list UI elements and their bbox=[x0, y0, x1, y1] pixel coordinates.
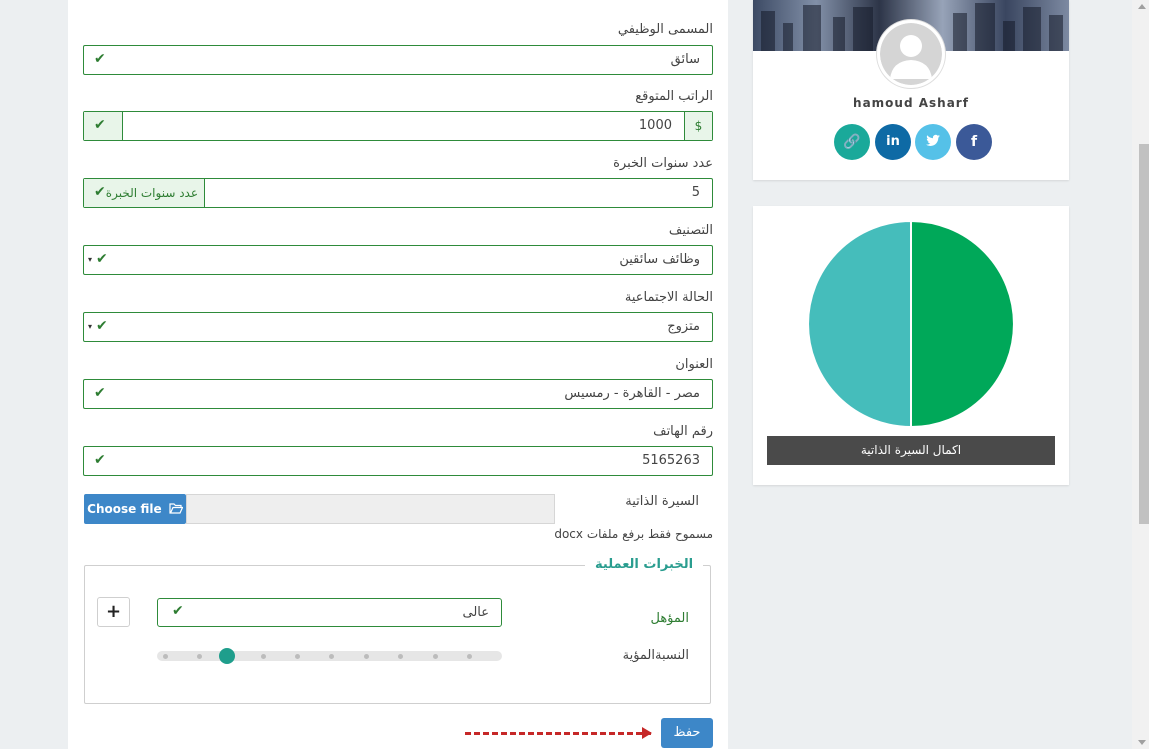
marital-status-select[interactable]: متزوج ▾ ✔ bbox=[83, 312, 713, 342]
slider-tick bbox=[261, 654, 266, 659]
phone-value: 5165263 bbox=[642, 453, 700, 468]
category-label: التصنيف bbox=[668, 223, 713, 238]
marital-status-label: الحالة الاجتماعية bbox=[624, 290, 713, 305]
valid-check-icon: ✔ bbox=[94, 184, 106, 200]
percentage-label: النسبةالمؤية bbox=[622, 648, 689, 663]
pie-slice-0 bbox=[910, 220, 1015, 428]
slider-tick bbox=[295, 654, 300, 659]
chevron-down-icon: ▾ bbox=[88, 255, 93, 264]
add-experience-button[interactable]: + bbox=[97, 597, 130, 627]
expected-salary-input[interactable]: $ 1000 ✔ bbox=[83, 111, 713, 141]
avatar bbox=[877, 20, 945, 88]
slider-tick bbox=[329, 654, 334, 659]
valid-check-icon: ✔ bbox=[96, 251, 108, 267]
address-label: العنوان bbox=[675, 357, 713, 372]
file-name-display[interactable] bbox=[186, 494, 555, 524]
experience-years-label: عدد سنوات الخبرة bbox=[613, 156, 713, 171]
address-value: مصر - القاهرة - رمسيس bbox=[564, 386, 700, 401]
choose-file-label: Choose file bbox=[87, 502, 162, 516]
job-title-input[interactable]: سائق ✔ bbox=[83, 45, 713, 75]
experience-years-input[interactable]: 5 عدد سنوات الخبرة ✔ bbox=[83, 178, 713, 208]
experience-years-value: 5 bbox=[691, 185, 700, 200]
experience-legend: الخبرات العملية bbox=[585, 557, 704, 572]
qualification-input[interactable]: عالى ✔ bbox=[157, 598, 502, 627]
slider-tick bbox=[467, 654, 472, 659]
category-select[interactable]: وظائف سائقين ▾ ✔ bbox=[83, 245, 713, 275]
profile-card: hamoud Asharf 🔗 in f bbox=[753, 0, 1069, 180]
valid-check-icon: ✔ bbox=[94, 51, 106, 67]
valid-check-icon: ✔ bbox=[94, 385, 106, 401]
qualification-value: عالى bbox=[462, 605, 489, 620]
slider-tick bbox=[163, 654, 168, 659]
page-scrollbar[interactable] bbox=[1132, 0, 1149, 749]
arrow-head-icon bbox=[642, 727, 652, 739]
cv-completion-pie-chart bbox=[807, 220, 1015, 428]
job-title-value: سائق bbox=[670, 52, 700, 67]
address-input[interactable]: مصر - القاهرة - رمسيس ✔ bbox=[83, 379, 713, 409]
chevron-down-icon: ▾ bbox=[88, 322, 93, 331]
scroll-down-arrow-icon[interactable] bbox=[1138, 740, 1146, 745]
expected-salary-label: الراتب المتوقع bbox=[635, 89, 713, 104]
cv-hint-text: مسموح فقط برفع ملفات docx bbox=[554, 527, 713, 541]
valid-check-icon: ✔ bbox=[94, 117, 106, 133]
job-title-label: المسمى الوظيفي bbox=[617, 22, 713, 37]
valid-check-icon: ✔ bbox=[96, 318, 108, 334]
scroll-up-arrow-icon[interactable] bbox=[1138, 4, 1146, 9]
slider-handle[interactable] bbox=[219, 648, 235, 664]
folder-open-icon bbox=[169, 503, 184, 514]
expected-salary-value: 1000 bbox=[638, 118, 672, 133]
link-icon[interactable]: 🔗 bbox=[834, 124, 870, 160]
twitter-icon[interactable] bbox=[915, 124, 951, 160]
cv-completion-card: اكمال السيرة الذاتية bbox=[753, 206, 1069, 485]
slider-tick bbox=[433, 654, 438, 659]
user-silhouette-icon bbox=[890, 35, 932, 79]
slider-tick bbox=[197, 654, 202, 659]
phone-label: رقم الهاتف bbox=[653, 424, 713, 439]
valid-check-icon: ✔ bbox=[94, 452, 106, 468]
slider-tick bbox=[398, 654, 403, 659]
chart-caption: اكمال السيرة الذاتية bbox=[767, 436, 1055, 465]
scrollbar-thumb[interactable] bbox=[1139, 144, 1149, 524]
slider-tick bbox=[364, 654, 369, 659]
profile-name: hamoud Asharf bbox=[853, 96, 969, 110]
qualification-label: المؤهل bbox=[650, 611, 689, 626]
currency-addon: $ bbox=[684, 112, 712, 140]
phone-input[interactable]: 5165263 ✔ bbox=[83, 446, 713, 476]
dashed-arrow bbox=[465, 732, 651, 735]
percentage-slider[interactable] bbox=[157, 648, 502, 664]
category-value: وظائف سائقين bbox=[619, 252, 700, 267]
valid-check-icon: ✔ bbox=[172, 603, 184, 619]
pie-slice-1 bbox=[807, 220, 912, 428]
facebook-icon[interactable]: f bbox=[956, 124, 992, 160]
marital-status-value: متزوج bbox=[667, 319, 700, 334]
cv-label: السيرة الذاتية bbox=[625, 494, 699, 509]
linkedin-icon[interactable]: in bbox=[875, 124, 911, 160]
save-button[interactable]: حفظ bbox=[661, 718, 713, 748]
choose-file-button[interactable]: Choose file bbox=[84, 494, 186, 524]
experience-fieldset bbox=[84, 565, 711, 704]
